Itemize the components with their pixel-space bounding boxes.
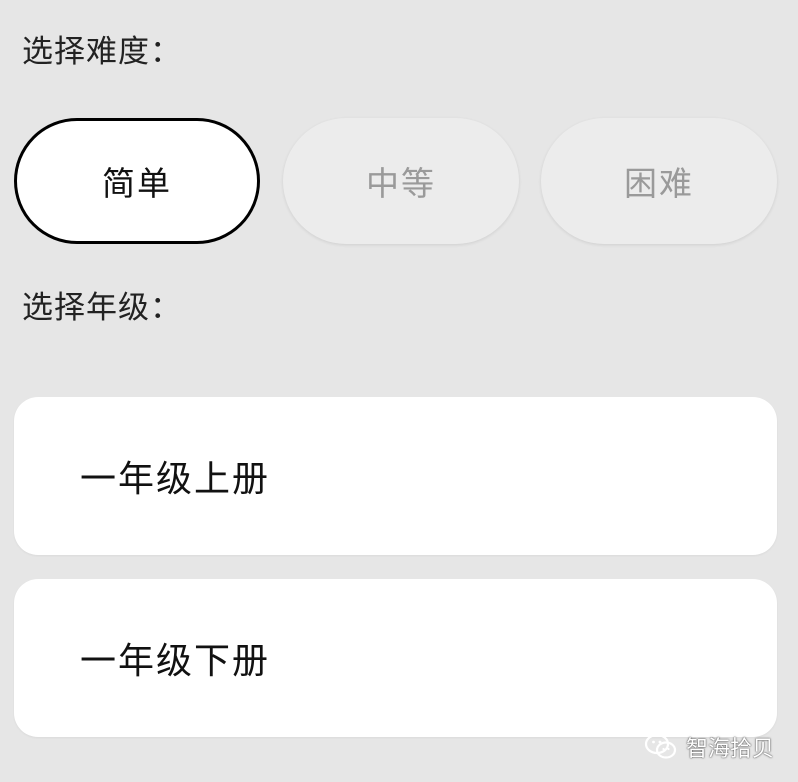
grade-option-first-grade-volume-1[interactable]: 一年级上册: [14, 397, 777, 555]
grade-option-label: 一年级下册: [80, 641, 271, 682]
difficulty-label: 选择难度：: [22, 34, 182, 70]
difficulty-medium-button[interactable]: 中等: [283, 118, 519, 244]
grade-option-label: 一年级上册: [80, 459, 271, 500]
wechat-icon: [644, 733, 678, 761]
watermark-text: 智海拾贝: [685, 737, 774, 762]
difficulty-hard-button[interactable]: 困难: [541, 118, 777, 244]
watermark: 智海拾贝: [644, 732, 774, 762]
grade-label: 选择年级：: [22, 290, 182, 326]
difficulty-options: 简单 中等 困难: [14, 118, 784, 246]
difficulty-easy-button[interactable]: 简单: [14, 118, 260, 244]
grade-option-first-grade-volume-2[interactable]: 一年级下册: [14, 579, 777, 737]
